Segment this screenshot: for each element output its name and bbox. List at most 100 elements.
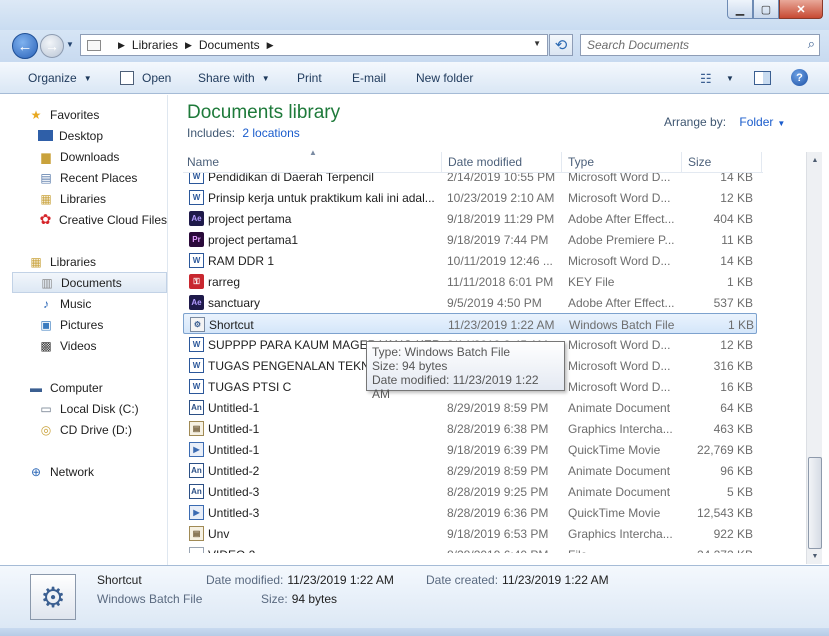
file-row[interactable]: ▶ Untitled-3 8/28/2019 6:36 PM QuickTime Mo… [183,502,757,523]
nav-item-videos[interactable]: ▩ Videos [38,335,167,356]
scroll-down-icon[interactable]: ▼ [809,549,821,563]
file-size: 22,769 KB [696,443,753,457]
creative-cloud-icon: ✿ [39,211,52,227]
word-document-icon: W [189,190,204,205]
breadcrumb-libraries[interactable]: Libraries [132,38,178,52]
file-row[interactable]: W Prinsip kerja untuk praktikum kali ini … [183,187,757,208]
search-input[interactable] [581,35,791,55]
includes-locations-link[interactable]: 2 locations [242,126,299,140]
cd-drive-icon: ◎ [40,422,52,437]
column-header-name[interactable]: Name [187,155,219,169]
network-icon: ⊕ [30,464,42,479]
file-row[interactable]: An Untitled-3 8/28/2019 9:25 PM Animate Doc… [183,481,757,502]
column-header-date-modified[interactable]: Date modified [448,155,522,169]
videos-icon: ▩ [40,338,52,353]
file-row[interactable]: Ae sanctuary 9/5/2019 4:50 PM Adobe After E… [183,292,757,313]
column-divider[interactable] [561,152,562,172]
column-divider[interactable] [441,152,442,172]
file-date-modified: 9/18/2019 7:44 PM [447,233,549,247]
file-row[interactable]: ⚙ Shortcut 11/23/2019 1:22 AM Windows Batch… [183,313,757,334]
file-row[interactable]: ▤ Unv 9/18/2019 6:53 PM Graphics Intercha..… [183,523,757,544]
chevron-down-icon[interactable]: ▼ [777,119,785,128]
file-row[interactable]: ⚿ rarreg 11/11/2018 6:01 PM KEY File 1 KB [183,271,757,292]
open-button[interactable]: Open [120,71,171,85]
nav-item-recent-places[interactable]: ▤ Recent Places [38,167,167,188]
nav-item-creative-cloud[interactable]: ✿ Creative Cloud Files [38,209,167,230]
share-with-button[interactable]: Share with ▼ [198,71,270,85]
column-divider[interactable] [681,152,682,172]
column-header-size[interactable]: Size [688,155,711,169]
nav-item-cd-drive[interactable]: ◎ CD Drive (D:) [38,419,167,440]
nav-item-documents[interactable]: ▥ Documents [12,272,167,293]
scroll-up-icon[interactable]: ▲ [809,153,821,167]
star-icon: ★ [30,107,42,122]
nav-item-computer[interactable]: ▬ Computer [28,377,167,398]
file-name: Untitled-3 [208,485,260,499]
forward-button[interactable]: → [40,34,64,58]
view-options-dropdown[interactable]: ▼ [726,74,734,83]
address-dropdown-icon[interactable]: ▼ [533,39,541,48]
file-row[interactable]: An Untitled-2 8/29/2019 8:59 PM Animate Doc… [183,460,757,481]
nav-item-libraries-favorite[interactable]: ▦ Libraries [38,188,167,209]
file-row[interactable]: ▤ Untitled-1 8/28/2019 6:38 PM Graphics Int… [183,418,757,439]
library-title: Documents library [187,102,341,123]
file-row[interactable]: ▶ Untitled-1 9/18/2019 6:39 PM QuickTime Mo… [183,439,757,460]
window-bottom-border [0,628,829,636]
file-size: 463 KB [713,422,753,436]
search-icon[interactable]: ⌕ [808,36,815,52]
nav-item-local-disk[interactable]: ▭ Local Disk (C:) [38,398,167,419]
nav-item-libraries[interactable]: ▦ Libraries [28,251,167,272]
breadcrumb-separator-icon[interactable]: ▶ [267,40,274,51]
nav-item-music[interactable]: ♪ Music [38,293,167,314]
file-row[interactable]: VIDEO 2 8/28/2019 6:40 PM File 24,272 KB [183,544,757,553]
nav-item-network[interactable]: ⊕ Network [28,461,167,482]
address-bar[interactable]: ▶ Libraries ▶ Documents ▶ ▼ [80,34,548,56]
arrange-by-label: Arrange by: [664,115,727,129]
share-with-label: Share with [198,71,255,85]
nav-label: Creative Cloud Files [58,212,167,227]
nav-item-downloads[interactable]: ▆ Downloads [38,146,167,167]
preview-pane-icon[interactable] [754,71,771,85]
file-date-modified: 9/18/2019 6:53 PM [447,527,549,541]
nav-label: Local Disk (C:) [60,401,139,416]
file-size: 1 KB [727,318,754,332]
arrange-by-dropdown[interactable]: Folder [739,115,773,129]
breadcrumb-separator-icon[interactable]: ▶ [185,40,192,51]
details-file-name: Shortcut [97,573,142,587]
new-folder-button[interactable]: New folder [416,71,473,85]
recent-pages-dropdown[interactable]: ▼ [66,40,74,49]
refresh-button[interactable]: ⟲ [549,34,573,56]
email-button[interactable]: E-mail [352,71,386,85]
breadcrumb-documents[interactable]: Documents [199,38,260,52]
file-row[interactable]: W RAM DDR 1 10/11/2019 12:46 ... Microsoft … [183,250,757,271]
file-row[interactable]: Ae project pertama 9/18/2019 11:29 PM Adobe… [183,208,757,229]
music-icon: ♪ [43,296,49,311]
file-size: 12 KB [720,338,753,352]
scrollbar-thumb[interactable] [808,457,822,549]
column-divider[interactable] [761,152,762,172]
vertical-scrollbar[interactable]: ▲ ▼ [806,152,822,564]
folder-icon [87,39,101,51]
file-date-modified: 10/23/2019 2:10 AM [447,191,555,205]
minimize-button[interactable]: ▁ [727,0,753,19]
file-row[interactable]: Pr project pertama1 9/18/2019 7:44 PM Adobe… [183,229,757,250]
maximize-button[interactable]: ▢ [753,0,779,19]
close-button[interactable]: ✕ [779,0,823,19]
nav-item-favorites[interactable]: ★ Favorites [28,104,167,125]
breadcrumb-separator-icon[interactable]: ▶ [118,40,125,51]
file-type: Microsoft Word D... [568,338,671,352]
column-header-type[interactable]: Type [568,155,594,169]
file-row[interactable]: W Pendidikan di Daerah Terpencil 2/14/2019… [183,173,757,187]
file-type: QuickTime Movie [568,506,661,520]
nav-item-pictures[interactable]: ▣ Pictures [38,314,167,335]
help-icon[interactable]: ? [791,69,808,86]
back-button[interactable]: ← [12,33,38,59]
nav-item-desktop[interactable]: Desktop [38,125,167,146]
change-view-icon[interactable]: ☷ [700,71,712,87]
details-size: Size: 94 bytes [261,592,337,606]
print-button[interactable]: Print [297,71,322,85]
file-type: Adobe After Effect... [568,296,675,310]
organize-button[interactable]: Organize ▼ [28,71,92,85]
file-name: Shortcut [209,318,254,332]
graphics-file-icon: ▤ [189,421,204,436]
